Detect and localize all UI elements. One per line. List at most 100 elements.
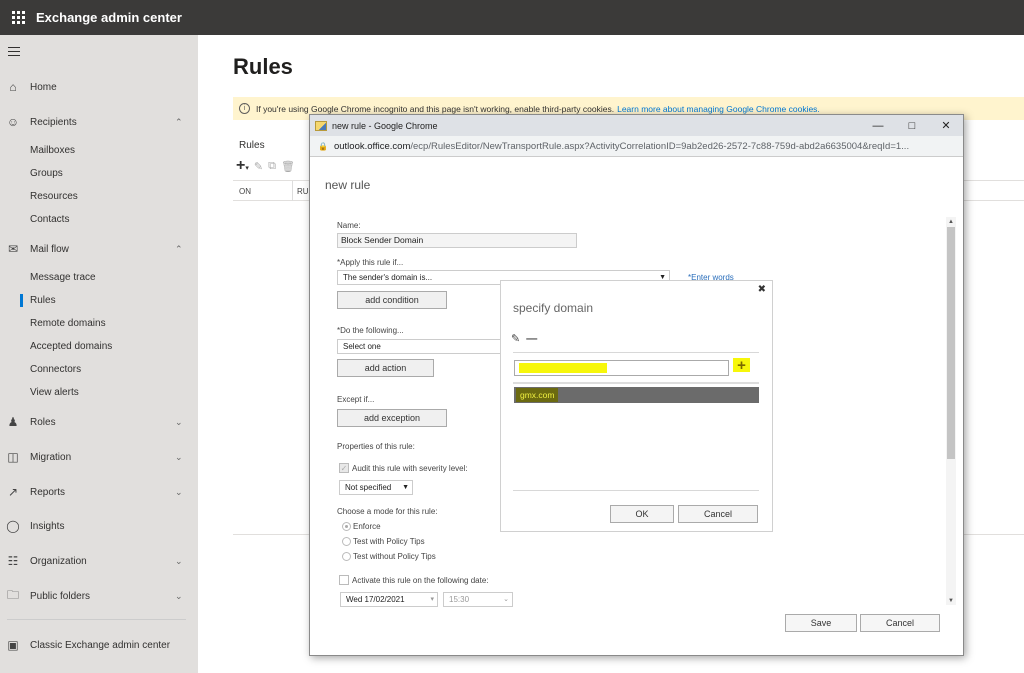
nav-resources[interactable]: Resources <box>30 189 78 205</box>
delete-icon[interactable]: 🗑 <box>281 160 295 173</box>
sidebar-divider <box>7 619 186 620</box>
specify-domain-dialog: ✖ specify domain ✎ — + gmx.com OK Cancel <box>500 280 773 532</box>
mode-label: Choose a mode for this rule: <box>337 507 438 516</box>
home-icon: ⌂ <box>9 80 17 94</box>
window-titlebar[interactable]: new rule - Google Chrome — □ ✕ <box>310 115 963 136</box>
form-scrollbar[interactable]: ▲ ▼ <box>946 217 956 605</box>
info-icon: i <box>239 103 250 114</box>
form-heading: new rule <box>325 178 371 192</box>
copy-icon[interactable]: ⧉ <box>268 160 276 173</box>
save-button[interactable]: Save <box>785 614 857 632</box>
lightbulb-icon: ◯ <box>6 519 20 533</box>
mode-test-no-tips-label: Test without Policy Tips <box>353 552 436 561</box>
org-icon: ☷ <box>7 554 19 568</box>
mode-test-tips-label: Test with Policy Tips <box>353 537 425 546</box>
add-condition-button[interactable]: add condition <box>337 291 447 309</box>
folder-icon: 🗀 <box>6 587 19 602</box>
nav-mailboxes[interactable]: Mailboxes <box>30 143 75 159</box>
dialog-divider <box>513 352 759 353</box>
close-window-button[interactable]: ✕ <box>929 115 963 136</box>
column-on[interactable]: ON <box>239 187 251 196</box>
time-picker[interactable]: 15:30 ⌄ <box>443 592 513 607</box>
activate-date-checkbox[interactable] <box>339 575 349 585</box>
minimize-button[interactable]: — <box>861 115 895 136</box>
dropdown-arrow-icon: ▼ <box>402 484 409 491</box>
person-icon: ☺ <box>6 115 20 129</box>
url-bar[interactable]: 🔒 outlook.office.com/ecp/RulesEditor/New… <box>310 136 963 157</box>
chart-icon: ↗ <box>7 485 19 499</box>
chevron-down-icon: ⌄ <box>175 555 183 566</box>
edit-icon[interactable]: ✎ <box>254 160 263 173</box>
ok-button[interactable]: OK <box>610 505 674 523</box>
chevron-down-icon: ⌄ <box>503 596 509 603</box>
dialog-toolbar: ✎ — <box>511 332 537 346</box>
nav-view-alerts[interactable]: View alerts <box>30 385 79 401</box>
chevron-up-icon: ⌃ <box>175 116 183 127</box>
nav-mail-flow[interactable]: ✉ Mail flow ⌃ <box>0 237 198 261</box>
action-select[interactable]: Select one <box>337 339 507 354</box>
nav-recipients[interactable]: ☺ Recipients ⌃ <box>0 110 198 134</box>
nav-message-trace[interactable]: Message trace <box>30 270 96 286</box>
domain-list-item[interactable]: gmx.com <box>514 387 759 403</box>
lock-icon: 🔒 <box>318 141 328 151</box>
chevron-down-icon: ⌄ <box>175 416 183 427</box>
add-exception-button[interactable]: add exception <box>337 409 447 427</box>
mode-enforce-label: Enforce <box>353 522 381 531</box>
apply-label: *Apply this rule if... <box>337 258 404 267</box>
edit-icon[interactable]: ✎ <box>511 332 520 345</box>
app-launcher-button[interactable] <box>0 0 36 35</box>
chevron-up-icon: ⌃ <box>175 243 183 254</box>
nav-organization[interactable]: ☷ Organization ⌄ <box>0 549 198 573</box>
list-divider <box>513 382 759 384</box>
rule-name-input[interactable]: Block Sender Domain <box>337 233 577 248</box>
cookies-help-link[interactable]: Learn more about managing Google Chrome … <box>617 104 820 114</box>
audit-checkbox[interactable]: ✓ <box>339 463 349 473</box>
nav-accepted-domains[interactable]: Accepted domains <box>30 339 112 355</box>
nav-rules[interactable]: Rules <box>30 293 56 309</box>
remove-icon[interactable]: — <box>526 333 537 345</box>
dropdown-arrow-icon: ▾ <box>430 596 434 603</box>
scrollbar-thumb[interactable] <box>947 227 955 459</box>
domain-input[interactable] <box>514 360 729 376</box>
nav-migration[interactable]: ◫ Migration ⌄ <box>0 445 198 469</box>
sidebar: ⌂ Home ☺ Recipients ⌃ Mailboxes Groups R… <box>0 35 198 673</box>
top-bar: Exchange admin center <box>0 0 1024 35</box>
close-dialog-icon[interactable]: ✖ <box>758 284 766 295</box>
mode-test-no-tips-radio[interactable] <box>342 552 351 561</box>
add-domain-button[interactable]: + <box>733 358 750 373</box>
nav-public-folders[interactable]: 🗀 Public folders ⌄ <box>0 584 198 608</box>
rules-toolbar: +▾ ✎ ⧉ 🗑 <box>236 157 295 175</box>
nav-roles[interactable]: ♟ Roles ⌄ <box>0 410 198 434</box>
page-title: Rules <box>233 54 293 79</box>
name-label: Name: <box>337 221 361 230</box>
audit-label: Audit this rule with severity level: <box>352 464 468 473</box>
nav-remote-domains[interactable]: Remote domains <box>30 316 106 332</box>
dialog-cancel-button[interactable]: Cancel <box>678 505 758 523</box>
input-highlight <box>519 363 607 373</box>
mode-test-tips-radio[interactable] <box>342 537 351 546</box>
nav-connectors[interactable]: Connectors <box>30 362 81 378</box>
chevron-down-icon: ⌄ <box>175 486 183 497</box>
cancel-button[interactable]: Cancel <box>860 614 940 632</box>
do-label: *Do the following... <box>337 326 404 335</box>
hamburger-menu-icon[interactable] <box>8 47 20 59</box>
add-action-button[interactable]: add action <box>337 359 434 377</box>
scroll-up-arrow-icon[interactable]: ▲ <box>946 217 956 226</box>
activate-date-label: Activate this rule on the following date… <box>352 576 489 585</box>
scroll-down-arrow-icon[interactable]: ▼ <box>946 596 956 605</box>
date-picker[interactable]: Wed 17/02/2021 ▾ <box>340 592 438 607</box>
nav-home[interactable]: ⌂ Home <box>0 75 198 99</box>
maximize-button[interactable]: □ <box>895 115 929 136</box>
mode-enforce-radio[interactable] <box>342 522 351 531</box>
severity-select[interactable]: Not specified ▼ <box>339 480 413 495</box>
nav-reports[interactable]: ↗ Reports ⌄ <box>0 480 198 504</box>
except-label: Except if... <box>337 395 375 404</box>
nav-classic-eac[interactable]: ▣ Classic Exchange admin center <box>0 633 198 657</box>
chevron-down-icon: ⌄ <box>175 451 183 462</box>
nav-contacts[interactable]: Contacts <box>30 212 69 228</box>
nav-groups[interactable]: Groups <box>30 166 63 182</box>
add-rule-button[interactable]: +▾ <box>236 157 249 175</box>
mail-icon: ✉ <box>7 242 19 256</box>
nav-insights[interactable]: ◯ Insights <box>0 514 198 538</box>
exchange-icon: ▣ <box>7 638 19 652</box>
